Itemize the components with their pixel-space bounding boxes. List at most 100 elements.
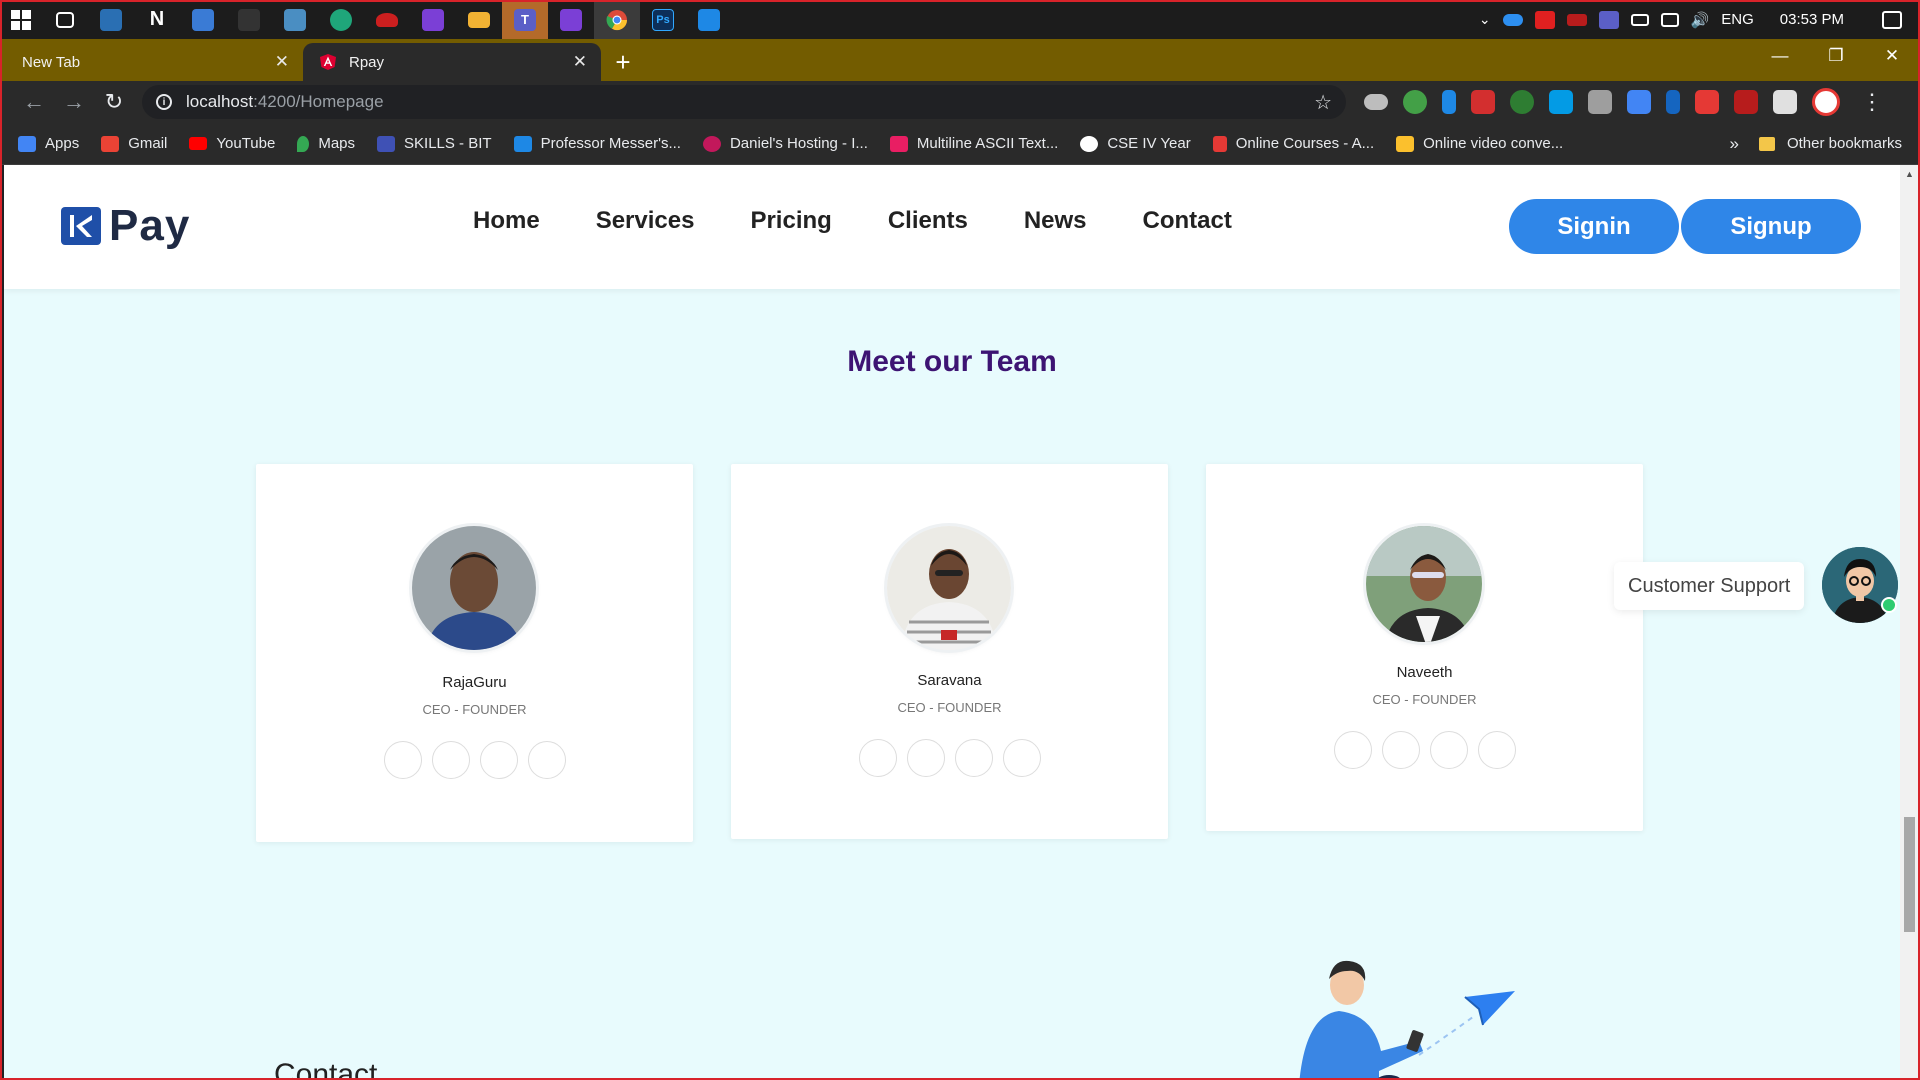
scroll-up-arrow-icon[interactable]: ▲ [1905, 169, 1914, 179]
nav-contact[interactable]: Contact [1143, 207, 1232, 235]
signup-button[interactable]: Signup [1681, 199, 1861, 254]
back-button[interactable]: ← [14, 82, 54, 122]
signin-button[interactable]: Signin [1509, 199, 1679, 254]
taskbar-app-visual-studio-2[interactable] [548, 0, 594, 39]
social-link-icon[interactable] [527, 741, 566, 779]
taskbar-app-chrome[interactable] [594, 0, 640, 39]
restore-button[interactable]: ❐ [1808, 39, 1864, 73]
extension-colorful-icon[interactable] [1403, 90, 1427, 114]
notifications-icon[interactable] [1882, 10, 1902, 29]
other-bookmarks-label: Other bookmarks [1786, 135, 1902, 152]
other-bookmarks[interactable]: Other bookmarks [1758, 135, 1902, 152]
nav-news[interactable]: News [1024, 207, 1087, 235]
address-bar[interactable]: i localhost:4200/Homepage ☆ [142, 85, 1346, 119]
taskbar-app-teams[interactable]: T [502, 0, 548, 39]
taskbar-app-remote-desktop[interactable] [88, 0, 134, 39]
taskbar-app-task-view[interactable] [42, 0, 88, 39]
bookmark-maps[interactable]: Maps [297, 135, 355, 152]
customer-support-bubble[interactable]: Customer Support [1614, 562, 1805, 610]
page-scrollbar[interactable]: ▲ [1900, 165, 1918, 1078]
bookmark-star-icon[interactable]: ☆ [1314, 90, 1332, 115]
google-drive-icon[interactable] [1588, 90, 1612, 114]
bookmark-online-courses[interactable]: Online Courses - A... [1212, 135, 1374, 152]
profile-avatar[interactable] [1812, 88, 1840, 116]
close-icon[interactable]: ✕ [573, 52, 587, 72]
taskbar-app-notion[interactable]: N [134, 0, 180, 39]
more-bookmarks-button[interactable]: » [1729, 134, 1738, 154]
battery-icon[interactable] [1630, 13, 1649, 26]
google-translate-icon[interactable] [1627, 90, 1651, 114]
social-link-icon[interactable] [954, 739, 993, 777]
bookmark-multiline-ascii[interactable]: Multiline ASCII Text... [889, 135, 1058, 152]
taskbar-app-visual-studio[interactable] [410, 0, 456, 39]
minimize-button[interactable]: — [1752, 39, 1808, 73]
video-converter-icon [1396, 135, 1415, 152]
extension-red-badge-icon[interactable] [1695, 90, 1719, 114]
nav-home[interactable]: Home [473, 207, 540, 235]
logo-text: Pay [109, 201, 191, 250]
social-link-icon[interactable] [431, 741, 470, 779]
tab-new-tab[interactable]: New Tab ✕ [0, 43, 303, 81]
extension-red-play-icon[interactable] [1471, 90, 1495, 114]
extension-cloud-icon[interactable] [1364, 94, 1388, 110]
nav-services[interactable]: Services [596, 207, 695, 235]
social-link-icon[interactable] [1381, 731, 1420, 769]
extension-green-icon[interactable] [1510, 90, 1534, 114]
taskbar-app-window[interactable] [180, 0, 226, 39]
new-tab-button[interactable]: + [601, 43, 645, 81]
social-link-icon[interactable] [906, 739, 945, 777]
bookmark-apps[interactable]: Apps [18, 135, 79, 152]
language-indicator[interactable]: ENG [1721, 11, 1754, 28]
scrollbar-thumb[interactable] [1904, 817, 1915, 932]
taskbar-app-photos[interactable] [272, 0, 318, 39]
page-viewport: Pay Home Services Pricing Clients News C… [4, 165, 1900, 1078]
bookmark-skills-bit[interactable]: SKILLS - BIT [377, 135, 492, 152]
extension-bolt-icon[interactable] [1442, 90, 1456, 114]
social-link-icon[interactable] [1333, 731, 1372, 769]
social-link-icon[interactable] [858, 739, 897, 777]
bookmark-professor-messer[interactable]: Professor Messer's... [513, 135, 681, 152]
chevron-up-icon[interactable]: ⌄ [1479, 11, 1491, 28]
reload-button[interactable]: ↻ [94, 82, 134, 122]
nav-pricing[interactable]: Pricing [750, 207, 831, 235]
social-link-icon[interactable] [479, 741, 518, 779]
teams-tray-icon[interactable] [1598, 10, 1619, 29]
app-r-icon[interactable] [1534, 10, 1555, 29]
red-hat-tray-icon[interactable] [1566, 13, 1587, 26]
network-icon[interactable] [1660, 12, 1679, 27]
tab-rpay[interactable]: Rpay ✕ [303, 43, 601, 81]
taskbar-app-vscode[interactable] [686, 0, 732, 39]
volume-icon[interactable]: 🔊 [1691, 11, 1710, 29]
extension-ghost-icon[interactable] [1549, 90, 1573, 114]
taskbar-app-red-hat[interactable] [364, 0, 410, 39]
social-link-icon[interactable] [1477, 731, 1516, 769]
bookmark-cse-iv-year[interactable]: CSE IV Year [1080, 135, 1191, 152]
extension-wave-icon[interactable] [1666, 90, 1680, 114]
social-link-icon[interactable] [1429, 731, 1468, 769]
member-role: CEO - FOUNDER [897, 700, 1002, 715]
bookmark-youtube[interactable]: YouTube [189, 135, 275, 152]
rpay-logo[interactable]: Pay [59, 201, 190, 251]
taskbar-app-edge[interactable] [318, 0, 364, 39]
close-window-button[interactable]: ✕ [1864, 39, 1920, 73]
forward-button[interactable]: → [54, 82, 94, 122]
onedrive-icon[interactable] [1502, 13, 1523, 26]
social-link-icon[interactable] [1002, 739, 1041, 777]
bookmark-gmail[interactable]: Gmail [101, 135, 167, 152]
taskbar-app-photoshop[interactable]: Ps [640, 0, 686, 39]
bookmark-online-video-converter[interactable]: Online video conve... [1396, 135, 1563, 152]
clock[interactable]: 03:53 PM [1780, 11, 1844, 28]
nav-clients[interactable]: Clients [888, 207, 968, 235]
taskbar-app-blackberry[interactable] [226, 0, 272, 39]
more-menu-icon[interactable]: ⋮ [1861, 89, 1883, 115]
windows-start-icon[interactable] [0, 0, 42, 39]
bookmark-label: YouTube [216, 135, 276, 152]
extensions-puzzle-icon[interactable] [1773, 90, 1797, 114]
social-link-icon[interactable] [383, 741, 422, 779]
taskbar-app-file-explorer[interactable] [456, 0, 502, 39]
extension-red-square-icon[interactable] [1734, 90, 1758, 114]
bookmark-daniels-hosting[interactable]: Daniel's Hosting - I... [702, 135, 868, 152]
auth-buttons: Signin Signup [1509, 199, 1861, 254]
close-icon[interactable]: ✕ [275, 52, 289, 72]
info-icon[interactable]: i [156, 94, 172, 110]
